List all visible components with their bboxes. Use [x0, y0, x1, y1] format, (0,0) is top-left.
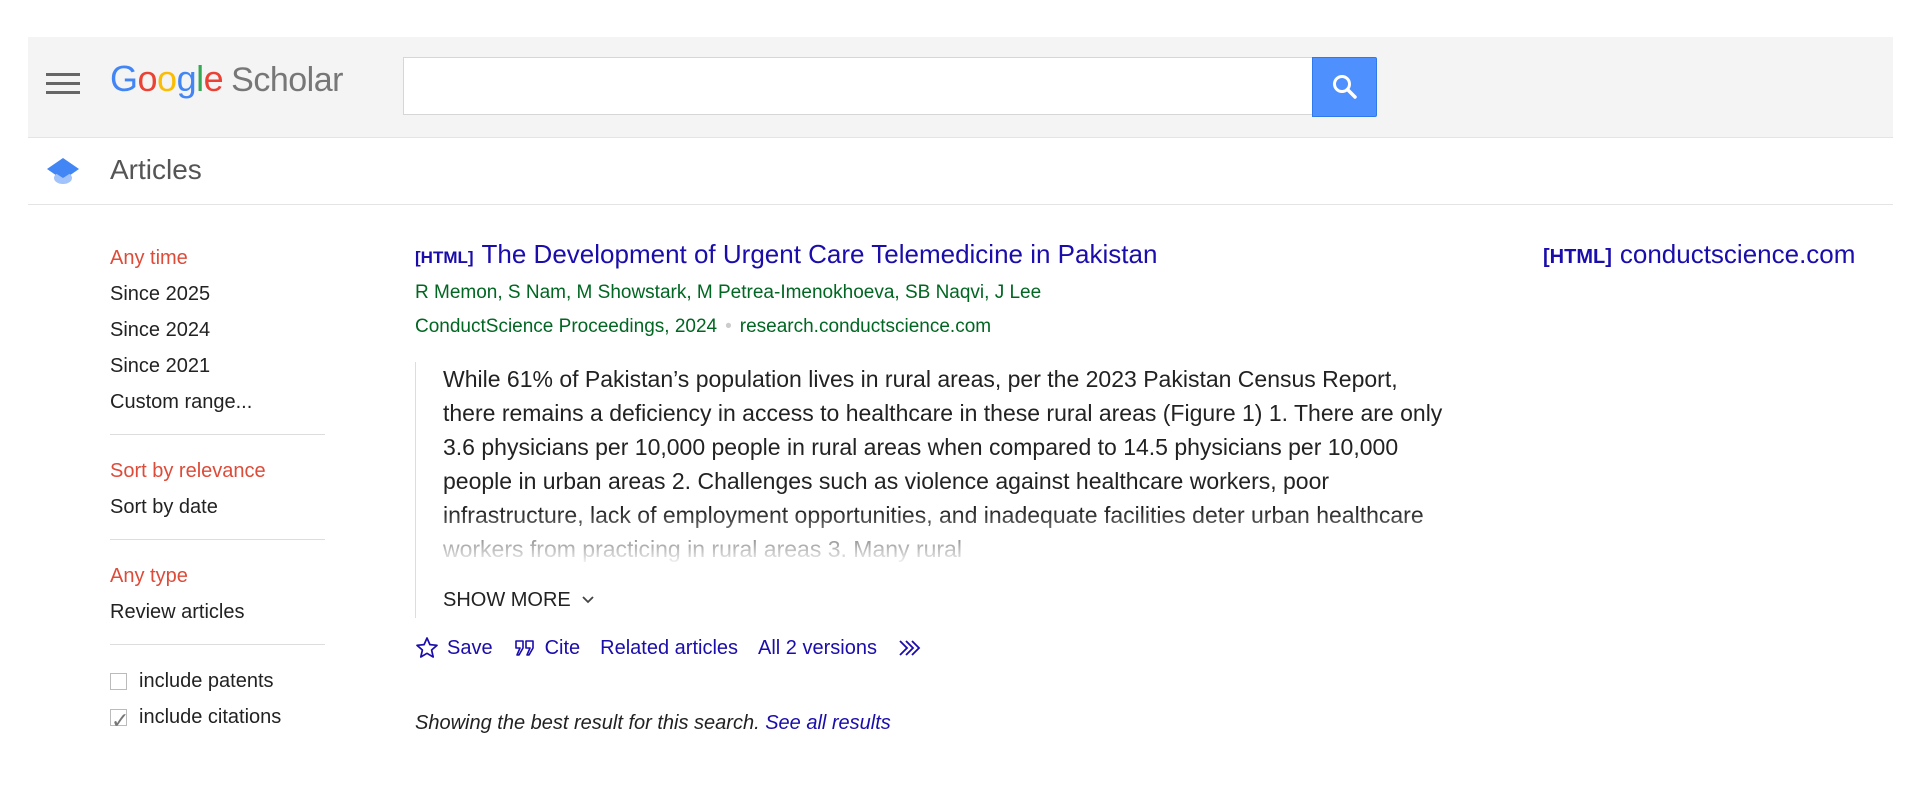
save-button[interactable]: Save [415, 636, 493, 660]
sort-by-relevance[interactable]: Sort by relevance [110, 453, 325, 489]
menu-icon[interactable] [46, 73, 80, 101]
divider [110, 539, 325, 540]
result-domain: research.conductscience.com [739, 316, 992, 337]
snippet-block: While 61% of Pakistan’s population lives… [415, 362, 1443, 618]
double-chevron-right-icon [899, 640, 921, 656]
result-snippet: While 61% of Pakistan’s population lives… [443, 362, 1443, 566]
all-versions-link[interactable]: All 2 versions [758, 637, 877, 660]
graduation-cap-icon [47, 158, 79, 184]
related-articles-link[interactable]: Related articles [600, 637, 738, 660]
quote-icon [514, 640, 534, 656]
more-actions-button[interactable] [897, 638, 931, 658]
cite-label: Cite [544, 636, 581, 659]
filter-any-time[interactable]: Any time [110, 240, 325, 276]
section-header: Articles [28, 138, 1893, 205]
search-input[interactable] [403, 57, 1315, 115]
include-patents-checkbox[interactable] [110, 672, 127, 690]
chevron-down-icon [582, 596, 594, 604]
filter-sidebar: Any time Since 2025 Since 2024 Since 202… [110, 240, 325, 739]
save-label: Save [447, 636, 493, 659]
search-button[interactable] [1312, 57, 1377, 117]
include-citations-toggle[interactable]: include citations [110, 699, 325, 739]
fulltext-format-tag: [HTML] [1543, 246, 1612, 268]
show-more-button[interactable]: SHOW MORE [443, 582, 595, 618]
format-tag: [HTML] [415, 248, 474, 267]
search-icon [1332, 75, 1357, 99]
result-title-link[interactable]: The Development of Urgent Care Telemedic… [482, 239, 1158, 269]
include-patents-toggle[interactable]: include patents [110, 663, 325, 699]
show-more-label: SHOW MORE [443, 589, 571, 611]
include-citations-label: include citations [139, 706, 282, 728]
filter-any-type[interactable]: Any type [110, 558, 325, 594]
see-all-results-link[interactable]: See all results [765, 712, 891, 734]
result-title-row: [HTML] The Development of Urgent Care Tel… [415, 236, 1415, 276]
include-patents-label: include patents [139, 670, 274, 692]
result-actions: Save Cite Related articles All 2 version… [415, 636, 1415, 660]
scholar-page: Google Scholar Articles Any time Since 20… [0, 0, 1920, 802]
filter-custom-range[interactable]: Custom range... [110, 384, 325, 420]
filter-since-2024[interactable]: Since 2024 [110, 312, 325, 348]
filter-since-2021[interactable]: Since 2021 [110, 348, 325, 384]
filter-since-2025[interactable]: Since 2025 [110, 276, 325, 312]
separator-dot: • [725, 316, 732, 337]
top-header: Google Scholar [28, 37, 1893, 138]
fulltext-domain: conductscience.com [1619, 239, 1856, 269]
search-result: [HTML] The Development of Urgent Care Tel… [415, 236, 1443, 660]
best-result-text: Showing the best result for this search. [415, 712, 760, 734]
result-venue: ConductScience Proceedings, 2024 [415, 316, 718, 337]
filter-review-articles[interactable]: Review articles [110, 594, 325, 630]
section-title: Articles [110, 154, 202, 185]
cite-button[interactable]: Cite [513, 636, 581, 660]
star-icon [416, 637, 438, 658]
include-citations-checkbox[interactable] [110, 703, 129, 739]
google-scholar-logo[interactable]: Google Scholar [110, 57, 343, 102]
result-authors: R Memon, S Nam, M Showstark, M Petrea-Im… [415, 282, 1042, 303]
result-venue-row: ConductScience Proceedings, 2024 • researc… [415, 310, 1415, 344]
fulltext-link[interactable]: [HTML] conductscience.com [1543, 236, 1855, 275]
divider [110, 434, 325, 435]
sort-by-date[interactable]: Sort by date [110, 489, 325, 525]
best-result-note: Showing the best result for this search.… [415, 712, 891, 735]
divider [110, 644, 325, 645]
